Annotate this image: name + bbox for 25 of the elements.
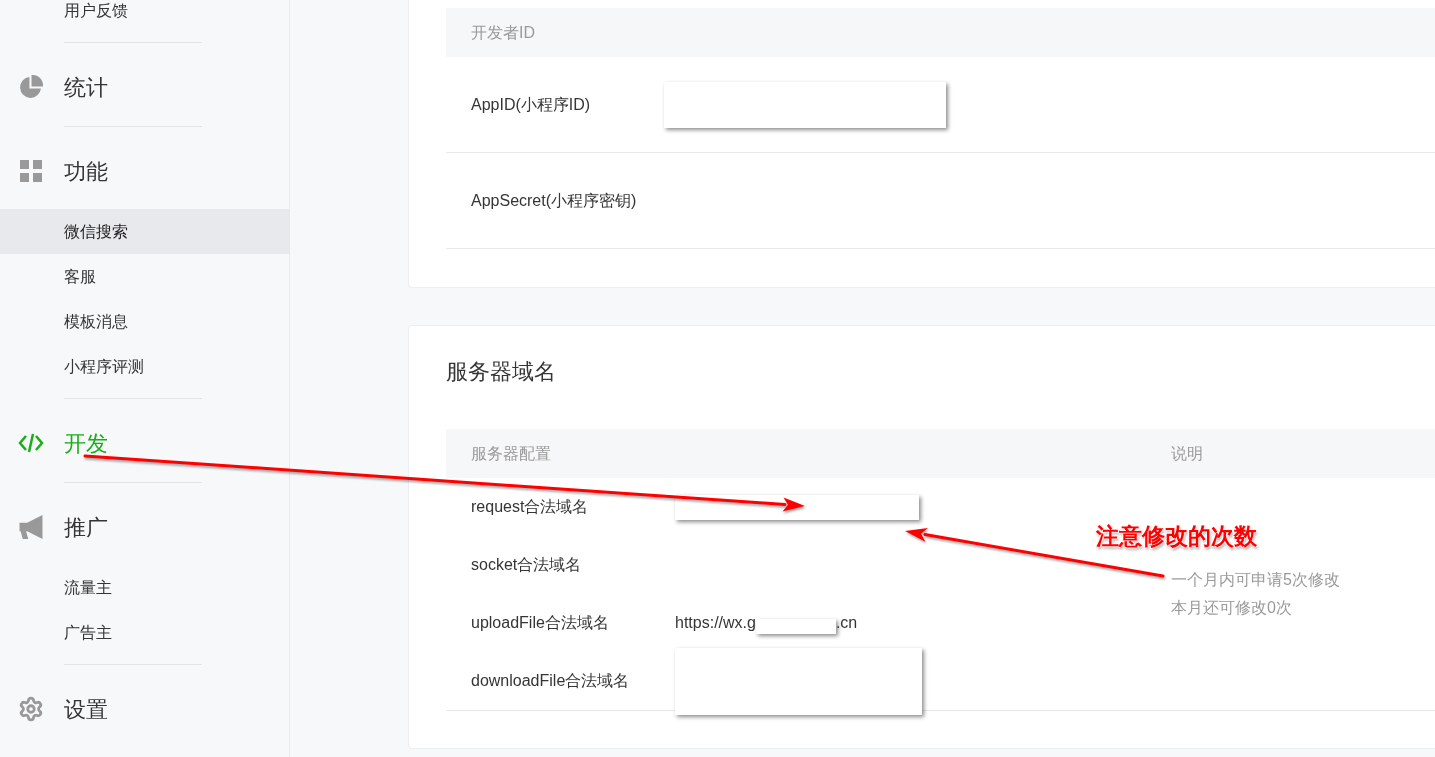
section-title: 服务器域名 [446,357,557,386]
settings-icon [18,695,44,723]
column-header: 服务器配置 [471,443,552,464]
code-icon [18,433,44,453]
domain-value: https://wx.g [675,613,756,633]
domain-value: .cn [835,613,858,633]
sidebar-item[interactable]: 设置 [0,687,289,731]
sidebar-item[interactable]: 推广 [0,505,289,549]
sidebar-item[interactable]: 统计 [0,65,289,109]
field-label: request合法域名 [471,497,589,517]
field-label: uploadFile合法域名 [471,613,609,633]
annotation-text: 注意修改的次数 [1096,522,1257,551]
note-text: 本月还可修改0次 [1171,598,1293,618]
note-text: 一个月内可申请5次修改 [1171,570,1341,590]
pie-chart-icon [19,75,43,99]
megaphone-icon [19,515,43,539]
field-label: AppSecret(小程序密钥) [471,190,638,211]
column-header: 说明 [1171,443,1203,464]
sidebar-subitem[interactable]: 微信搜索 [0,209,289,254]
sidebar-item[interactable]: 功能 [0,149,289,193]
grid-icon [20,160,42,182]
table-header: 开发者ID [446,8,1435,57]
field-label: downloadFile合法域名 [471,671,630,691]
field-label: AppID(小程序ID) [471,94,592,115]
field-label: socket合法域名 [471,555,582,575]
